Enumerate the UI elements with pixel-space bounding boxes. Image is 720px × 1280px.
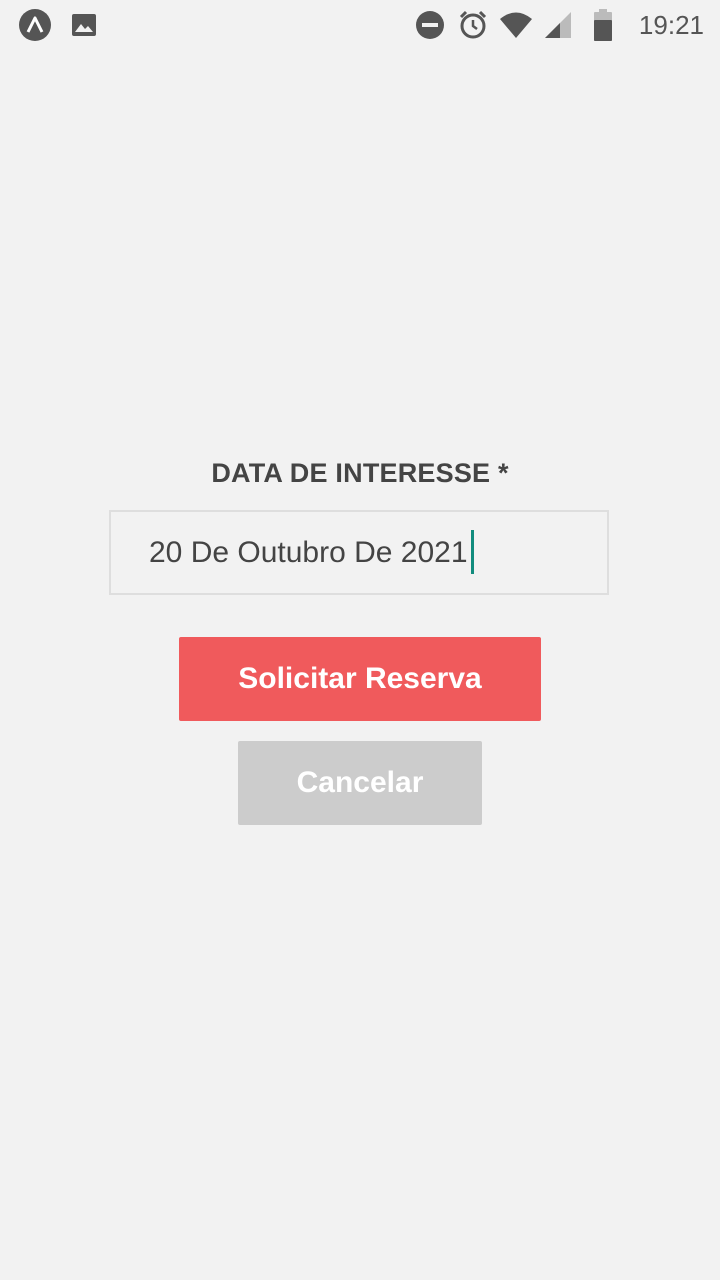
date-of-interest-label: DATA DE INTERESSE * xyxy=(211,458,509,488)
date-field-value-container: 20 De Outubro De 2021 xyxy=(149,512,474,593)
date-field-value: 20 De Outubro De 2021 xyxy=(149,536,468,569)
text-caret xyxy=(470,530,474,575)
date-of-interest-input[interactable]: 20 De Outubro De 2021 xyxy=(109,510,609,595)
status-bar-time: 19:21 xyxy=(638,10,704,40)
alarm-icon xyxy=(456,8,490,42)
request-reservation-button[interactable]: Solicitar Reserva xyxy=(179,637,541,721)
cell-signal-icon xyxy=(541,8,575,42)
expo-app-icon xyxy=(18,8,52,42)
status-bar: 19:21 xyxy=(0,0,720,50)
cancel-button[interactable]: Cancelar xyxy=(238,741,482,825)
wifi-icon xyxy=(499,8,533,42)
image-notification-icon xyxy=(67,8,101,42)
do-not-disturb-icon xyxy=(413,8,447,42)
battery-icon xyxy=(586,8,620,42)
